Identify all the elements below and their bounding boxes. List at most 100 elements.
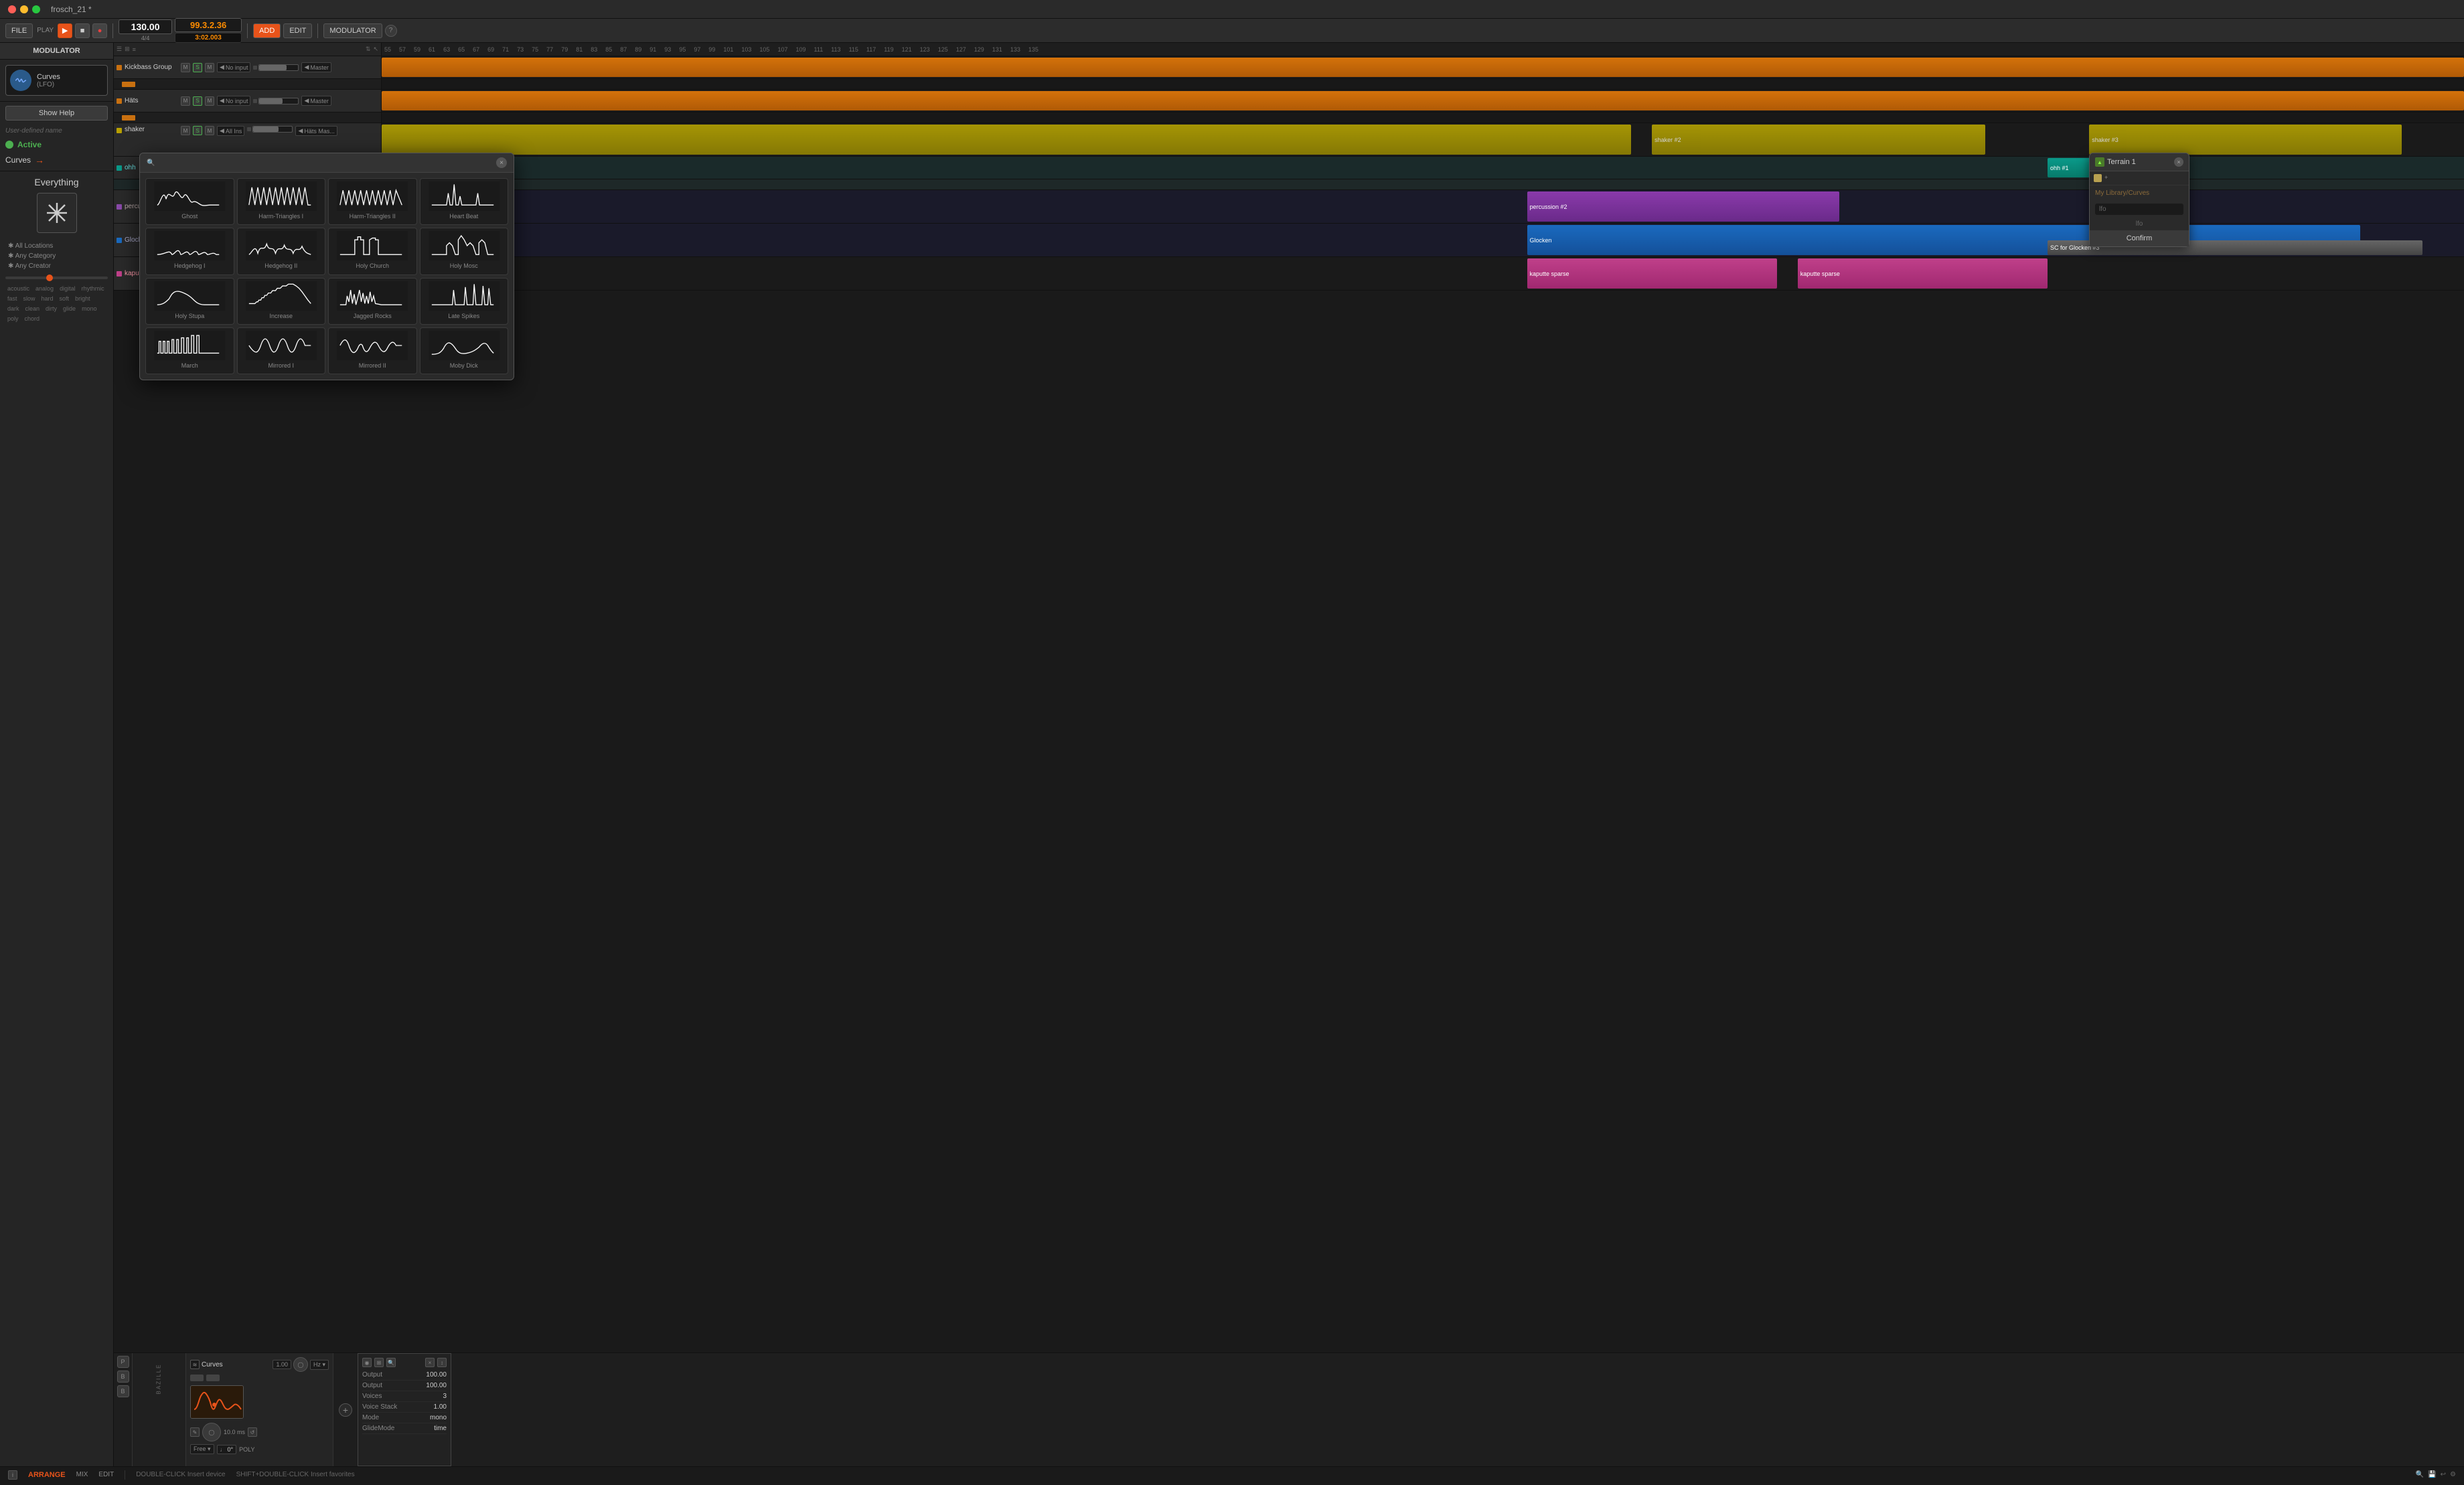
clip-kickbass[interactable] <box>382 58 2464 77</box>
header-list-icon[interactable]: ≡ <box>133 46 136 53</box>
timecode-display[interactable]: 3:02.003 <box>175 33 242 43</box>
play-button[interactable]: ▶ <box>58 23 72 38</box>
track-routing-hats[interactable]: ◀Master <box>301 96 331 106</box>
project-tab[interactable]: P <box>117 1356 129 1368</box>
mix-tab[interactable]: MIX <box>76 1471 88 1478</box>
lfo-device[interactable]: Curves (LFO) <box>5 65 108 96</box>
curves-rate-value[interactable]: 1.00 <box>273 1360 291 1369</box>
header-sort-icon2[interactable]: ⇅ <box>366 46 371 53</box>
params-expand-btn[interactable]: ↕ <box>437 1358 447 1367</box>
add-button[interactable]: ADD <box>253 23 281 38</box>
header-grid-icon[interactable]: ⊞ <box>125 46 130 53</box>
tempo-display[interactable]: 130.00 <box>119 19 172 34</box>
curves-phase-knob[interactable]: ◯ <box>202 1423 221 1441</box>
curve-item-hedgehog-ii[interactable]: Hedgehog II <box>237 228 326 275</box>
tag-slider[interactable] <box>5 277 108 279</box>
tag-bright[interactable]: bright <box>73 295 92 303</box>
everything-icon[interactable] <box>37 193 77 233</box>
clip-kaputte-sparse-2[interactable]: kaputte sparse <box>1798 258 2048 289</box>
record-button[interactable]: ● <box>92 23 107 38</box>
track-fader-hats[interactable] <box>253 98 299 104</box>
help-icon[interactable]: ? <box>385 25 397 37</box>
curves-row[interactable]: Curves → <box>0 152 113 171</box>
fader-shaker[interactable] <box>252 126 293 133</box>
tag-dark[interactable]: dark <box>5 305 21 313</box>
track-clips-shaker[interactable]: shaker #2 shaker #3 <box>382 123 2464 156</box>
params-search-icon[interactable]: 🔍 <box>386 1358 396 1367</box>
track-input-kickbass[interactable]: ◀No input <box>217 62 250 72</box>
track-input-hats[interactable]: ◀No input <box>217 96 250 106</box>
bazille-tab2[interactable]: B <box>117 1385 129 1397</box>
curve-item-ghost[interactable]: Ghost <box>145 178 234 225</box>
terrain-folder-icon[interactable] <box>2094 174 2102 182</box>
curve-item-heart-beat[interactable]: Heart Beat <box>420 178 509 225</box>
clip-hats[interactable] <box>382 91 2464 110</box>
minimize-button[interactable] <box>20 5 28 13</box>
clip-shaker-2[interactable]: shaker #2 <box>1652 125 1985 155</box>
track-arm-hats[interactable]: M <box>205 96 214 106</box>
add-device-button[interactable]: + <box>333 1353 358 1466</box>
fader-hats[interactable] <box>258 98 299 104</box>
clip-shaker-main[interactable] <box>382 125 1631 155</box>
terrain-add-icon[interactable]: + <box>2104 174 2108 182</box>
tag-soft[interactable]: soft <box>58 295 72 303</box>
track-solo-shaker[interactable]: S <box>193 126 202 135</box>
track-fader-kickbass[interactable] <box>253 64 299 71</box>
curves-poly-label[interactable]: POLY <box>239 1446 254 1453</box>
curve-item-increase[interactable]: Increase <box>237 278 326 325</box>
curve-item-jagged-rocks[interactable]: Jagged Rocks <box>328 278 417 325</box>
curve-item-holy-stupa[interactable]: Holy Stupa <box>145 278 234 325</box>
status-search-icon[interactable]: 🔍 <box>2416 1471 2424 1478</box>
curves-free-label[interactable]: Free ▾ <box>190 1444 214 1454</box>
maximize-button[interactable] <box>32 5 40 13</box>
modulator-button[interactable]: MODULATOR <box>323 23 382 38</box>
tag-digital[interactable]: digital <box>58 285 78 293</box>
tag-acoustic[interactable]: acoustic <box>5 285 31 293</box>
show-help-button[interactable]: Show Help <box>5 106 108 121</box>
clip-percussion-2[interactable]: percussion #2 <box>1527 191 1840 222</box>
curves-rate-knob[interactable]: ◯ <box>293 1357 308 1372</box>
terrain-folder-path[interactable]: My Library/Curves <box>2090 185 2189 201</box>
curves-sync-btn[interactable] <box>190 1375 204 1381</box>
header-cursor-icon[interactable]: ↖ <box>373 46 378 53</box>
edit-toolbar-button[interactable]: EDIT <box>283 23 312 38</box>
edit-tab[interactable]: EDIT <box>98 1471 114 1478</box>
bazille-tab[interactable]: B <box>117 1371 129 1383</box>
curves-pencil-icon[interactable]: ✎ <box>190 1427 200 1437</box>
curves-sync-btn2[interactable] <box>206 1375 220 1381</box>
params-icon-2[interactable]: ⊞ <box>374 1358 384 1367</box>
track-input-shaker[interactable]: ◀All Ins <box>217 126 244 136</box>
tag-dirty[interactable]: dirty <box>44 305 59 313</box>
any-creator[interactable]: ✱ Any Creator <box>5 261 108 271</box>
track-arm-kickbass[interactable]: M <box>205 63 214 72</box>
info-icon[interactable]: i <box>8 1470 17 1480</box>
any-category[interactable]: ✱ Any Category <box>5 251 108 261</box>
tag-chord[interactable]: chord <box>23 315 42 323</box>
position-display[interactable]: 99.3.2.36 <box>175 18 242 32</box>
curves-degree-display[interactable]: ♩ 0° <box>217 1445 237 1454</box>
track-mute-shaker[interactable]: M <box>181 126 190 135</box>
tag-slow[interactable]: slow <box>21 295 37 303</box>
track-solo-kickbass[interactable]: S <box>193 63 202 72</box>
curve-item-march[interactable]: March <box>145 327 234 374</box>
terrain-close[interactable]: × <box>2174 157 2183 167</box>
file-button[interactable]: FILE <box>5 23 33 38</box>
track-fader-shaker[interactable] <box>247 126 293 133</box>
params-close-btn[interactable]: × <box>425 1358 435 1367</box>
curve-item-moby-dick[interactable]: Moby Dick <box>420 327 509 374</box>
curves-waveform-thumb[interactable] <box>190 1385 244 1419</box>
tag-hard[interactable]: hard <box>40 295 56 303</box>
status-undo-icon[interactable]: ↩ <box>2441 1471 2446 1478</box>
params-icon-1[interactable]: ◉ <box>362 1358 372 1367</box>
tag-mono[interactable]: mono <box>80 305 99 313</box>
clip-shaker-3[interactable]: shaker #3 <box>2089 125 2402 155</box>
close-button[interactable] <box>8 5 16 13</box>
tag-analog[interactable]: analog <box>33 285 56 293</box>
curve-item-hedgehog-i[interactable]: Hedgehog I <box>145 228 234 275</box>
fader-track[interactable] <box>258 64 299 71</box>
track-mute-kickbass[interactable]: M <box>181 63 190 72</box>
terrain-search-input[interactable] <box>2095 204 2183 215</box>
curves-reset-icon[interactable]: ↺ <box>248 1427 257 1437</box>
tag-fast[interactable]: fast <box>5 295 19 303</box>
tag-poly[interactable]: poly <box>5 315 21 323</box>
